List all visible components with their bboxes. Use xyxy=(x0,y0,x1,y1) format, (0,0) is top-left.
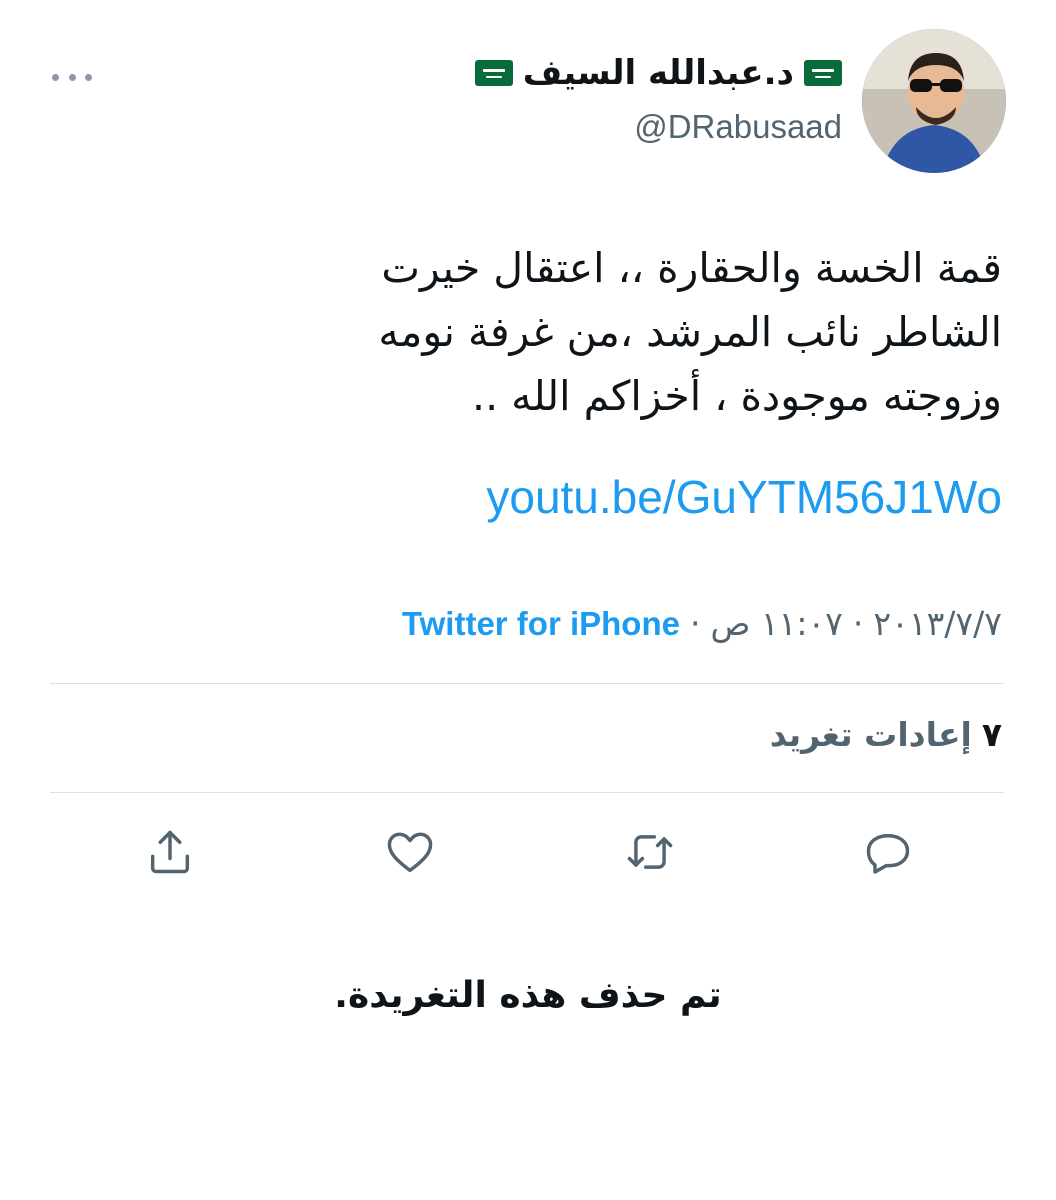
more-dot xyxy=(68,73,76,81)
divider xyxy=(50,683,1004,684)
tweet-meta: ٢٠١٣/٧/٧ · ١١:٠٧ ص · Twitter for iPhone xyxy=(402,597,1002,651)
retweets-count: ٧ xyxy=(981,715,1002,754)
more-dot xyxy=(52,73,59,81)
more-dot xyxy=(85,73,92,81)
share-button[interactable] xyxy=(140,822,200,882)
avatar-photo xyxy=(862,29,1006,173)
reply-icon xyxy=(866,834,910,874)
user-handle[interactable]: @DRabusaad xyxy=(475,104,842,150)
tweet-time[interactable]: ١١:٠٧ ص xyxy=(710,597,842,651)
retweets-label: إعادات تغريد xyxy=(769,715,972,754)
more-options-button[interactable] xyxy=(52,62,92,92)
like-button[interactable] xyxy=(380,822,440,882)
saudi-flag-icon xyxy=(804,60,842,86)
tweet-date[interactable]: ٢٠١٣/٧/٧ xyxy=(873,597,1002,651)
meta-separator: · xyxy=(852,604,864,643)
avatar[interactable] xyxy=(862,29,1006,173)
heart-icon xyxy=(387,832,433,873)
reply-button[interactable] xyxy=(858,822,918,882)
tweet-text: قمة الخسة والحقارة ،، اعتقال خيرت الشاطر… xyxy=(152,236,1002,428)
display-name-row[interactable]: د.عبدالله السيف xyxy=(474,50,842,96)
retweet-icon xyxy=(627,835,673,869)
display-name: د.عبدالله السيف xyxy=(522,53,794,93)
deleted-notice: تم حذف هذه التغريدة. xyxy=(334,975,722,1016)
tweet-text-line: الشاطر نائب المرشد ،من غرفة نومه xyxy=(378,308,1002,356)
action-bar xyxy=(0,822,1056,882)
meta-separator: · xyxy=(689,604,701,643)
saudi-flag-icon xyxy=(474,60,513,86)
retweets-stat[interactable]: ٧ إعادات تغريد xyxy=(770,708,1002,762)
tweet-link[interactable]: youtu.be/GuYTM56J1Wo xyxy=(486,465,1002,529)
user-block: د.عبدالله السيف @DRabusaad xyxy=(474,50,842,150)
tweet-text-line: وزوجته موجودة ، أخزاكم الله .. xyxy=(472,372,1002,420)
divider xyxy=(50,792,1004,793)
tweet-source[interactable]: Twitter for iPhone xyxy=(402,597,680,651)
tweet-text-line: قمة الخسة والحقارة ،، اعتقال خيرت xyxy=(381,244,1002,292)
retweet-button[interactable] xyxy=(620,822,680,882)
share-icon xyxy=(150,830,190,874)
